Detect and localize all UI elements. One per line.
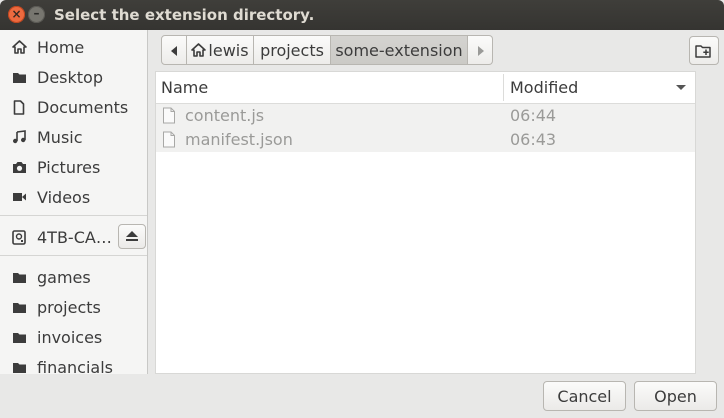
music-icon	[11, 129, 27, 145]
path-bar: lewis projects some-extension	[161, 35, 493, 65]
file-list-header: Name Modified	[156, 72, 695, 104]
document-icon	[11, 99, 27, 115]
sidebar-item-videos[interactable]: Videos	[0, 182, 147, 212]
sidebar-item-music[interactable]: Music	[0, 122, 147, 152]
file-row[interactable]: manifest.json 06:43	[156, 128, 695, 152]
file-name: content.js	[185, 106, 265, 125]
sidebar-item-documents[interactable]: Documents	[0, 92, 147, 122]
sort-descending-icon[interactable]	[676, 85, 686, 90]
sidebar-item-label: Videos	[37, 187, 91, 207]
close-button[interactable]: ×	[8, 6, 25, 23]
sidebar-item-home[interactable]: Home	[0, 32, 147, 62]
sidebar-divider	[0, 215, 147, 216]
sidebar-item-label: Documents	[37, 97, 129, 117]
folder-icon	[11, 359, 27, 374]
home-icon	[11, 39, 27, 55]
minimize-button[interactable]: –	[28, 6, 45, 23]
sidebar-item-label: financials	[37, 357, 113, 375]
cancel-button[interactable]: Cancel	[543, 381, 626, 411]
path-segment-label: some-extension	[335, 40, 463, 60]
sidebar-item-label: projects	[37, 297, 101, 317]
file-row[interactable]: content.js 06:44	[156, 104, 695, 128]
new-folder-icon	[695, 43, 713, 59]
eject-icon	[125, 227, 139, 246]
file-list[interactable]: Name Modified content.js 06:44 manifest.…	[155, 71, 696, 374]
folder-icon	[11, 299, 27, 315]
drive-icon	[11, 229, 27, 245]
folder-icon	[11, 269, 27, 285]
path-segment-projects[interactable]: projects	[254, 35, 331, 65]
sidebar-item-pictures[interactable]: Pictures	[0, 152, 147, 182]
places-sidebar: Home Desktop Documents Music Pictures Vi…	[0, 30, 148, 374]
path-segment-label: projects	[260, 40, 324, 60]
sidebar-item-label: 4TB-CA…	[37, 227, 112, 247]
path-forward-button[interactable]	[468, 35, 493, 65]
eject-button[interactable]	[118, 224, 146, 249]
sidebar-item-label: Music	[37, 127, 83, 147]
path-segment-some-extension[interactable]: some-extension	[331, 35, 468, 65]
file-icon	[162, 131, 176, 152]
column-header-name[interactable]: Name	[161, 78, 208, 97]
file-modified: 06:44	[510, 106, 557, 125]
path-segment-label: lewis	[208, 40, 249, 60]
sidebar-item-desktop[interactable]: Desktop	[0, 62, 147, 92]
column-header-modified[interactable]: Modified	[510, 78, 578, 97]
sidebar-item-label: Pictures	[37, 157, 101, 177]
file-name: manifest.json	[185, 130, 293, 149]
sidebar-item-games[interactable]: games	[0, 262, 147, 292]
folder-icon	[11, 329, 27, 345]
camera-icon	[11, 159, 27, 175]
file-modified: 06:43	[510, 130, 557, 149]
window-title: Select the extension directory.	[54, 6, 315, 24]
sidebar-item-drive[interactable]: 4TB-CA…	[0, 222, 114, 252]
sidebar-item-projects[interactable]: projects	[0, 292, 147, 322]
open-button[interactable]: Open	[634, 381, 717, 411]
sidebar-item-invoices[interactable]: invoices	[0, 322, 147, 352]
new-folder-button[interactable]	[689, 36, 719, 65]
sidebar-item-financials[interactable]: financials	[0, 352, 147, 374]
title-bar: × – Select the extension directory.	[0, 0, 724, 30]
chevron-left-icon	[170, 41, 178, 60]
sidebar-divider	[0, 255, 147, 256]
folder-icon	[11, 69, 27, 85]
path-back-button[interactable]	[161, 35, 187, 65]
video-icon	[11, 189, 27, 205]
home-icon	[191, 43, 207, 57]
sidebar-item-label: games	[37, 267, 91, 287]
chevron-right-icon	[477, 41, 484, 60]
sidebar-item-label: Desktop	[37, 67, 103, 87]
column-divider	[503, 74, 504, 101]
sidebar-item-label: invoices	[37, 327, 103, 347]
path-segment-home[interactable]: lewis	[187, 35, 254, 65]
sidebar-item-label: Home	[37, 37, 85, 57]
file-icon	[162, 107, 176, 128]
